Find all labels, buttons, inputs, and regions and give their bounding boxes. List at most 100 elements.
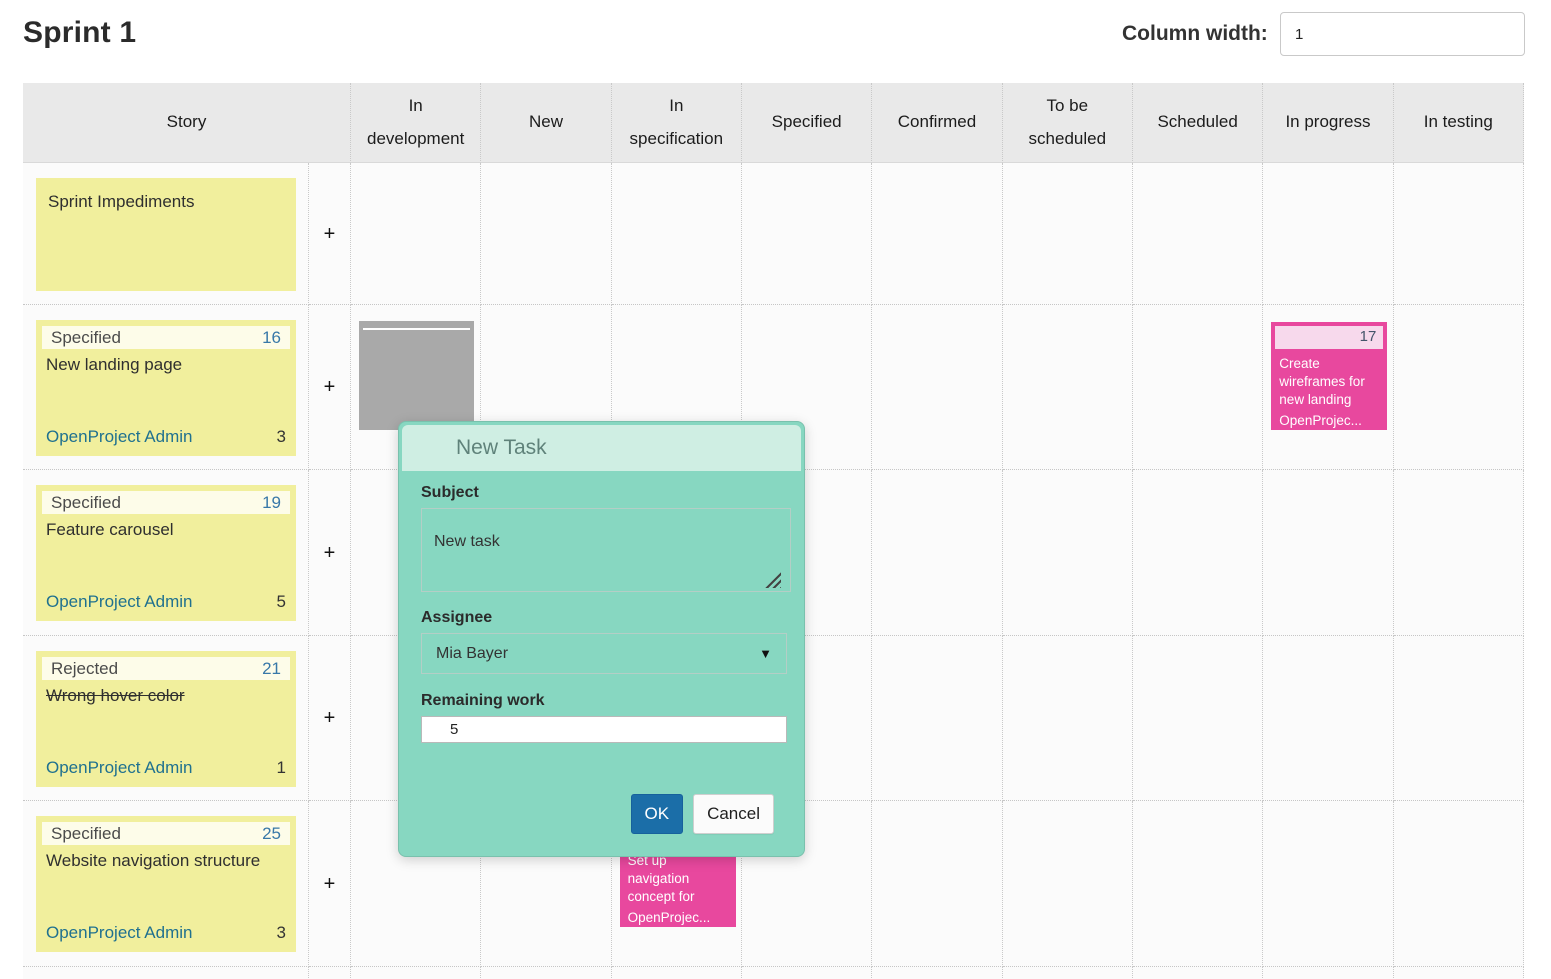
new-task-modal-title: New Task — [402, 425, 801, 471]
board-cell[interactable] — [1003, 636, 1133, 801]
board-cell[interactable] — [1133, 801, 1263, 967]
story-card-website-navigation[interactable]: Specified 25 Website navigation structur… — [36, 816, 296, 952]
board-header-row: Story In development New In specificatio… — [23, 83, 1524, 163]
board-cell[interactable] — [351, 163, 481, 305]
story-assignee-link[interactable]: OpenProject Admin — [46, 758, 192, 778]
subject-textarea[interactable]: New task — [421, 508, 791, 592]
add-task-cell: + — [309, 801, 351, 967]
story-row-impediments: Sprint Impediments + — [23, 163, 1524, 305]
board-cell[interactable] — [1133, 163, 1263, 305]
story-status: Specified — [51, 328, 121, 348]
board-cell[interactable] — [1263, 470, 1393, 636]
board-cell[interactable] — [1394, 470, 1524, 636]
board-cell[interactable] — [872, 305, 1002, 470]
story-id[interactable]: 16 — [262, 328, 281, 348]
board-cell[interactable] — [1133, 305, 1263, 470]
task-card-header: 17 — [1275, 326, 1383, 349]
column-header-in-progress: In progress — [1263, 83, 1393, 163]
board-cell[interactable] — [1003, 470, 1133, 636]
subject-field-wrap: New task — [421, 508, 785, 592]
task-card-placeholder[interactable] — [359, 321, 474, 430]
board-cell[interactable] — [872, 967, 1002, 979]
board-cell[interactable] — [1263, 636, 1393, 801]
board-cell[interactable] — [1394, 801, 1524, 967]
board-cell[interactable] — [1394, 636, 1524, 801]
story-card-new-landing-page[interactable]: Specified 16 New landing page OpenProjec… — [36, 320, 296, 456]
board-cell[interactable] — [1003, 163, 1133, 305]
board-cell[interactable] — [1133, 470, 1263, 636]
task-card-title: Create wireframes for new landing — [1271, 349, 1387, 410]
board-cell[interactable] — [1263, 967, 1393, 979]
assignee-label: Assignee — [421, 609, 785, 627]
board-cell[interactable] — [872, 801, 1002, 967]
board-cell[interactable] — [1394, 305, 1524, 470]
story-card-title: Feature carousel — [36, 516, 296, 541]
board-cell[interactable] — [872, 470, 1002, 636]
story-card-header: Specified 19 — [42, 491, 290, 514]
ok-button[interactable]: OK — [631, 794, 684, 834]
story-card-feature-carousel[interactable]: Specified 19 Feature carousel OpenProjec… — [36, 485, 296, 621]
story-card-wrong-hover-color[interactable]: Rejected 21 Wrong hover color OpenProjec… — [36, 651, 296, 787]
story-card-title: New landing page — [36, 351, 296, 376]
story-card-title: Sprint Impediments — [36, 178, 296, 226]
board-cell[interactable] — [1003, 801, 1133, 967]
column-header-in-development: In development — [351, 83, 481, 163]
board-cell[interactable] — [1003, 305, 1133, 470]
board-cell[interactable] — [351, 967, 481, 979]
add-task-button[interactable]: + — [324, 377, 336, 397]
board-cell[interactable] — [1003, 967, 1133, 979]
add-task-cell: + — [309, 470, 351, 636]
story-card-header: Specified 25 — [42, 822, 290, 845]
story-id[interactable]: 25 — [262, 824, 281, 844]
remaining-work-input[interactable] — [421, 716, 787, 743]
column-header-scheduled: Scheduled — [1133, 83, 1263, 163]
story-assignee-link[interactable]: OpenProject Admin — [46, 592, 192, 612]
task-assignee[interactable]: OpenProjec... — [620, 910, 736, 925]
top-bar: Sprint 1 Column width: — [0, 0, 1551, 83]
board-cell-in-progress[interactable]: 17 Create wireframes for new landing Ope… — [1263, 305, 1393, 470]
story-points: 5 — [277, 592, 286, 612]
story-id[interactable]: 21 — [262, 659, 281, 679]
story-card-footer: OpenProject Admin 3 — [36, 923, 296, 952]
cancel-button[interactable]: Cancel — [693, 794, 774, 834]
board-cell[interactable] — [1394, 967, 1524, 979]
board-cell[interactable] — [742, 967, 872, 979]
story-cell — [23, 967, 309, 979]
board-cell[interactable] — [481, 967, 611, 979]
story-assignee-link[interactable]: OpenProject Admin — [46, 427, 192, 447]
assignee-select[interactable]: Mia Bayer ▼ — [421, 633, 787, 674]
story-card-impediments[interactable]: Sprint Impediments — [36, 178, 296, 291]
board-cell[interactable] — [612, 967, 742, 979]
story-card-title: Website navigation structure — [36, 847, 296, 872]
board-cell[interactable] — [1263, 801, 1393, 967]
task-card-create-wireframes[interactable]: 17 Create wireframes for new landing Ope… — [1271, 322, 1387, 430]
column-header-specified: Specified — [742, 83, 872, 163]
task-assignee[interactable]: OpenProjec... — [1271, 413, 1387, 428]
board-cell[interactable] — [872, 163, 1002, 305]
story-assignee-link[interactable]: OpenProject Admin — [46, 923, 192, 943]
board-cell[interactable] — [1263, 163, 1393, 305]
add-task-button[interactable]: + — [324, 708, 336, 728]
board-cell[interactable] — [742, 163, 872, 305]
story-card-header: Rejected 21 — [42, 657, 290, 680]
new-task-modal-body: Subject New task Assignee Mia Bayer ▼ Re… — [399, 474, 804, 834]
board-cell[interactable] — [872, 636, 1002, 801]
column-width-input[interactable] — [1280, 12, 1525, 56]
task-id[interactable]: 17 — [1360, 328, 1377, 345]
column-width-label: Column width: — [1122, 22, 1268, 46]
board-cell[interactable] — [481, 163, 611, 305]
add-task-button[interactable]: + — [324, 543, 336, 563]
board-cell[interactable] — [612, 163, 742, 305]
modal-button-row: OK Cancel — [421, 794, 785, 834]
story-points: 1 — [277, 758, 286, 778]
board-cell[interactable] — [1133, 967, 1263, 979]
story-cell: Specified 19 Feature carousel OpenProjec… — [23, 470, 309, 636]
board-cell[interactable] — [1394, 163, 1524, 305]
board-cell[interactable] — [1133, 636, 1263, 801]
add-task-button[interactable]: + — [324, 224, 336, 244]
story-id[interactable]: 19 — [262, 493, 281, 513]
story-card-footer: OpenProject Admin 1 — [36, 758, 296, 787]
add-task-cell: + — [309, 636, 351, 801]
add-task-button[interactable]: + — [324, 874, 336, 894]
column-header-new: New — [481, 83, 611, 163]
